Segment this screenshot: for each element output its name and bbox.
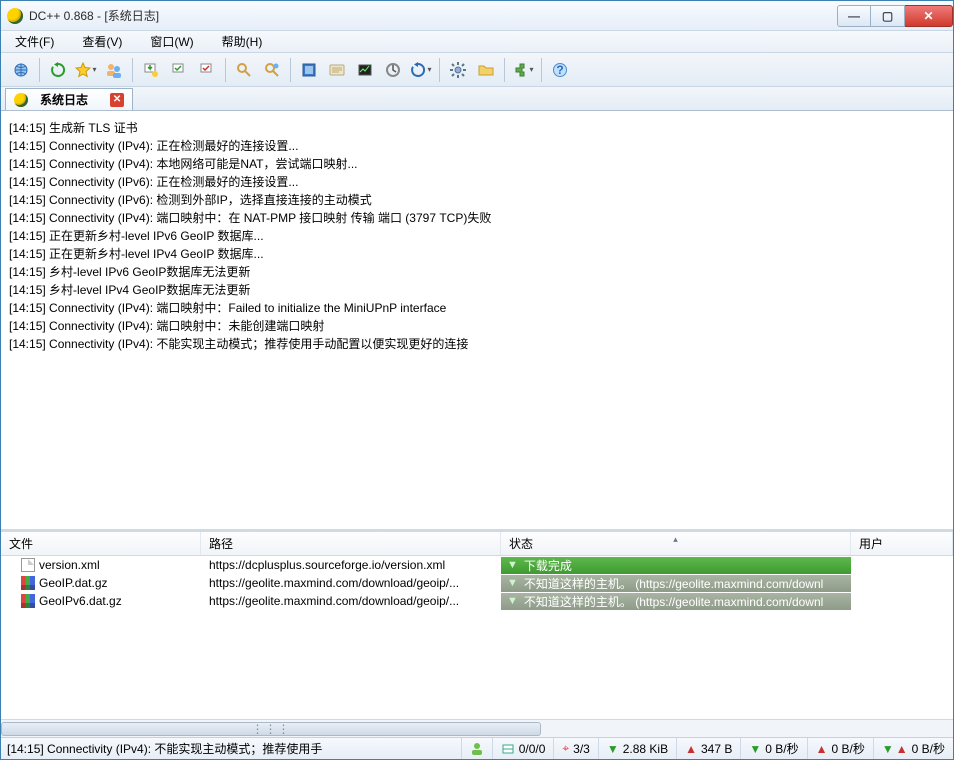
col-user[interactable]: 用户	[851, 532, 953, 555]
reconnect-button[interactable]	[46, 58, 70, 82]
download-queue-button[interactable]	[139, 58, 163, 82]
menu-bar: 文件(F) 查看(V) 窗口(W) 帮助(H)	[1, 31, 953, 53]
file-path: https://geolite.maxmind.com/download/geo…	[201, 594, 501, 608]
log-line: [14:15] 乡村-level IPv4 GeoIP数据库无法更新	[9, 281, 945, 299]
up-arrow-icon: ▲	[685, 742, 697, 756]
finished-uploads-button[interactable]	[195, 58, 219, 82]
adl-search-button[interactable]	[260, 58, 284, 82]
settings-button[interactable]	[446, 58, 470, 82]
plugins-button[interactable]	[511, 58, 535, 82]
file-name: version.xml	[39, 558, 100, 572]
menu-view[interactable]: 查看(V)	[72, 31, 140, 52]
file-name: GeoIP.dat.gz	[39, 576, 108, 590]
up-arrow-icon: ▲	[816, 742, 828, 756]
away-icon	[470, 742, 484, 756]
geoip-file-icon	[21, 576, 35, 590]
hash-progress-button[interactable]	[381, 58, 405, 82]
log-line: [14:15] Connectivity (IPv4): 不能实现主动模式；推荐…	[9, 335, 945, 353]
menu-window[interactable]: 窗口(W)	[140, 31, 211, 52]
file-status: ▼下载完成	[501, 557, 851, 574]
log-line: [14:15] 正在更新乡村-level IPv6 GeoIP 数据库...	[9, 227, 945, 245]
status-up-total: ▲ 347 B	[676, 738, 740, 759]
tab-system-log[interactable]: 系统日志 ✕	[5, 88, 133, 110]
download-row[interactable]: GeoIPv6.dat.gz https://geolite.maxmind.co…	[1, 592, 953, 610]
log-line: [14:15] Connectivity (IPv6): 正在检测最好的连接设置…	[9, 173, 945, 191]
menu-help[interactable]: 帮助(H)	[212, 31, 281, 52]
status-up-rate: ▲ 0 B/秒	[807, 738, 873, 759]
down-arrow-icon: ▼	[507, 595, 518, 607]
finished-downloads-button[interactable]	[167, 58, 191, 82]
app-icon	[7, 8, 23, 24]
window-title: DC++ 0.868 - [系统日志]	[29, 7, 837, 24]
file-name: GeoIPv6.dat.gz	[39, 594, 122, 608]
download-row[interactable]: GeoIP.dat.gz https://geolite.maxmind.com/…	[1, 574, 953, 592]
status-message: [14:15] Connectivity (IPv4): 不能实现主动模式；推荐…	[1, 740, 461, 757]
menu-file[interactable]: 文件(F)	[5, 31, 72, 52]
log-line: [14:15] Connectivity (IPv4): 端口映射中：在 NAT…	[9, 209, 945, 227]
system-log-pane[interactable]: [14:15] 生成新 TLS 证书[14:15] Connectivity (…	[1, 111, 953, 531]
down-arrow-icon: ▼	[749, 742, 761, 756]
toolbar: ?	[1, 53, 953, 87]
down-arrow-icon: ▼	[507, 577, 518, 589]
log-line: [14:15] 生成新 TLS 证书	[9, 119, 945, 137]
up-arrow-icon: ▲	[896, 742, 908, 756]
down-arrow-icon: ▼	[507, 559, 518, 571]
download-header: 文件 路径 ▴状态 用户	[1, 532, 953, 556]
down-arrow-icon: ▼	[882, 742, 894, 756]
status-away[interactable]	[461, 738, 492, 759]
status-bar: [14:15] Connectivity (IPv4): 不能实现主动模式；推荐…	[1, 737, 953, 759]
file-path: https://geolite.maxmind.com/download/geo…	[201, 576, 501, 590]
refresh-filelist-button[interactable]	[409, 58, 433, 82]
network-stats-button[interactable]	[353, 58, 377, 82]
status-slots: 0/0/0	[492, 738, 554, 759]
svg-text:?: ?	[556, 63, 563, 77]
minimize-button[interactable]: —	[837, 5, 871, 27]
search-button[interactable]	[232, 58, 256, 82]
system-log-button[interactable]	[325, 58, 349, 82]
hubs-icon: ⌖	[562, 741, 569, 756]
download-row[interactable]: version.xml https://dcplusplus.sourceforg…	[1, 556, 953, 574]
notepad-button[interactable]	[297, 58, 321, 82]
maximize-button[interactable]: ▢	[871, 5, 905, 27]
help-button[interactable]: ?	[548, 58, 572, 82]
status-net-rate: ▼ ▲ 0 B/秒	[873, 738, 953, 759]
log-line: [14:15] 正在更新乡村-level IPv4 GeoIP 数据库...	[9, 245, 945, 263]
download-rows[interactable]: version.xml https://dcplusplus.sourceforg…	[1, 556, 953, 719]
geoip-file-icon	[21, 594, 35, 608]
down-arrow-icon: ▼	[607, 742, 619, 756]
download-pane: 文件 路径 ▴状态 用户 version.xml https://dcpluspl…	[1, 531, 953, 737]
favorites-button[interactable]	[74, 58, 98, 82]
sort-asc-icon: ▴	[673, 534, 678, 545]
status-down-rate: ▼ 0 B/秒	[740, 738, 806, 759]
log-line: [14:15] 乡村-level IPv6 GeoIP数据库无法更新	[9, 263, 945, 281]
close-button[interactable]: ✕	[905, 5, 953, 27]
tab-strip: 系统日志 ✕	[1, 87, 953, 111]
title-bar: DC++ 0.868 - [系统日志] — ▢ ✕	[1, 1, 953, 31]
h-scrollbar[interactable]: ⋮⋮⋮	[1, 719, 953, 737]
col-status[interactable]: ▴状态	[501, 532, 851, 555]
hubs-button[interactable]	[9, 58, 33, 82]
users-button[interactable]	[102, 58, 126, 82]
log-line: [14:15] Connectivity (IPv4): 正在检测最好的连接设置…	[9, 137, 945, 155]
file-status: ▼不知道这样的主机。 (https://geolite.maxmind.com/…	[501, 593, 851, 610]
file-path: https://dcplusplus.sourceforge.io/versio…	[201, 558, 501, 572]
status-down-total: ▼ 2.88 KiB	[598, 738, 676, 759]
col-file[interactable]: 文件	[1, 532, 201, 555]
log-line: [14:15] Connectivity (IPv6): 检测到外部IP，选择直…	[9, 191, 945, 209]
tab-close-button[interactable]: ✕	[110, 93, 124, 107]
status-hubs: ⌖ 3/3	[553, 738, 597, 759]
open-file-list-button[interactable]	[474, 58, 498, 82]
scrollbar-thumb[interactable]: ⋮⋮⋮	[1, 722, 541, 736]
slots-icon	[501, 742, 515, 756]
log-line: [14:15] Connectivity (IPv4): 端口映射中：未能创建端…	[9, 317, 945, 335]
file-icon	[21, 558, 35, 572]
log-line: [14:15] Connectivity (IPv4): 端口映射中：Faile…	[9, 299, 945, 317]
tab-label: 系统日志	[34, 91, 94, 108]
log-line: [14:15] Connectivity (IPv4): 本地网络可能是NAT，…	[9, 155, 945, 173]
file-status: ▼不知道这样的主机。 (https://geolite.maxmind.com/…	[501, 575, 851, 592]
col-path[interactable]: 路径	[201, 532, 501, 555]
tab-icon	[14, 93, 28, 107]
